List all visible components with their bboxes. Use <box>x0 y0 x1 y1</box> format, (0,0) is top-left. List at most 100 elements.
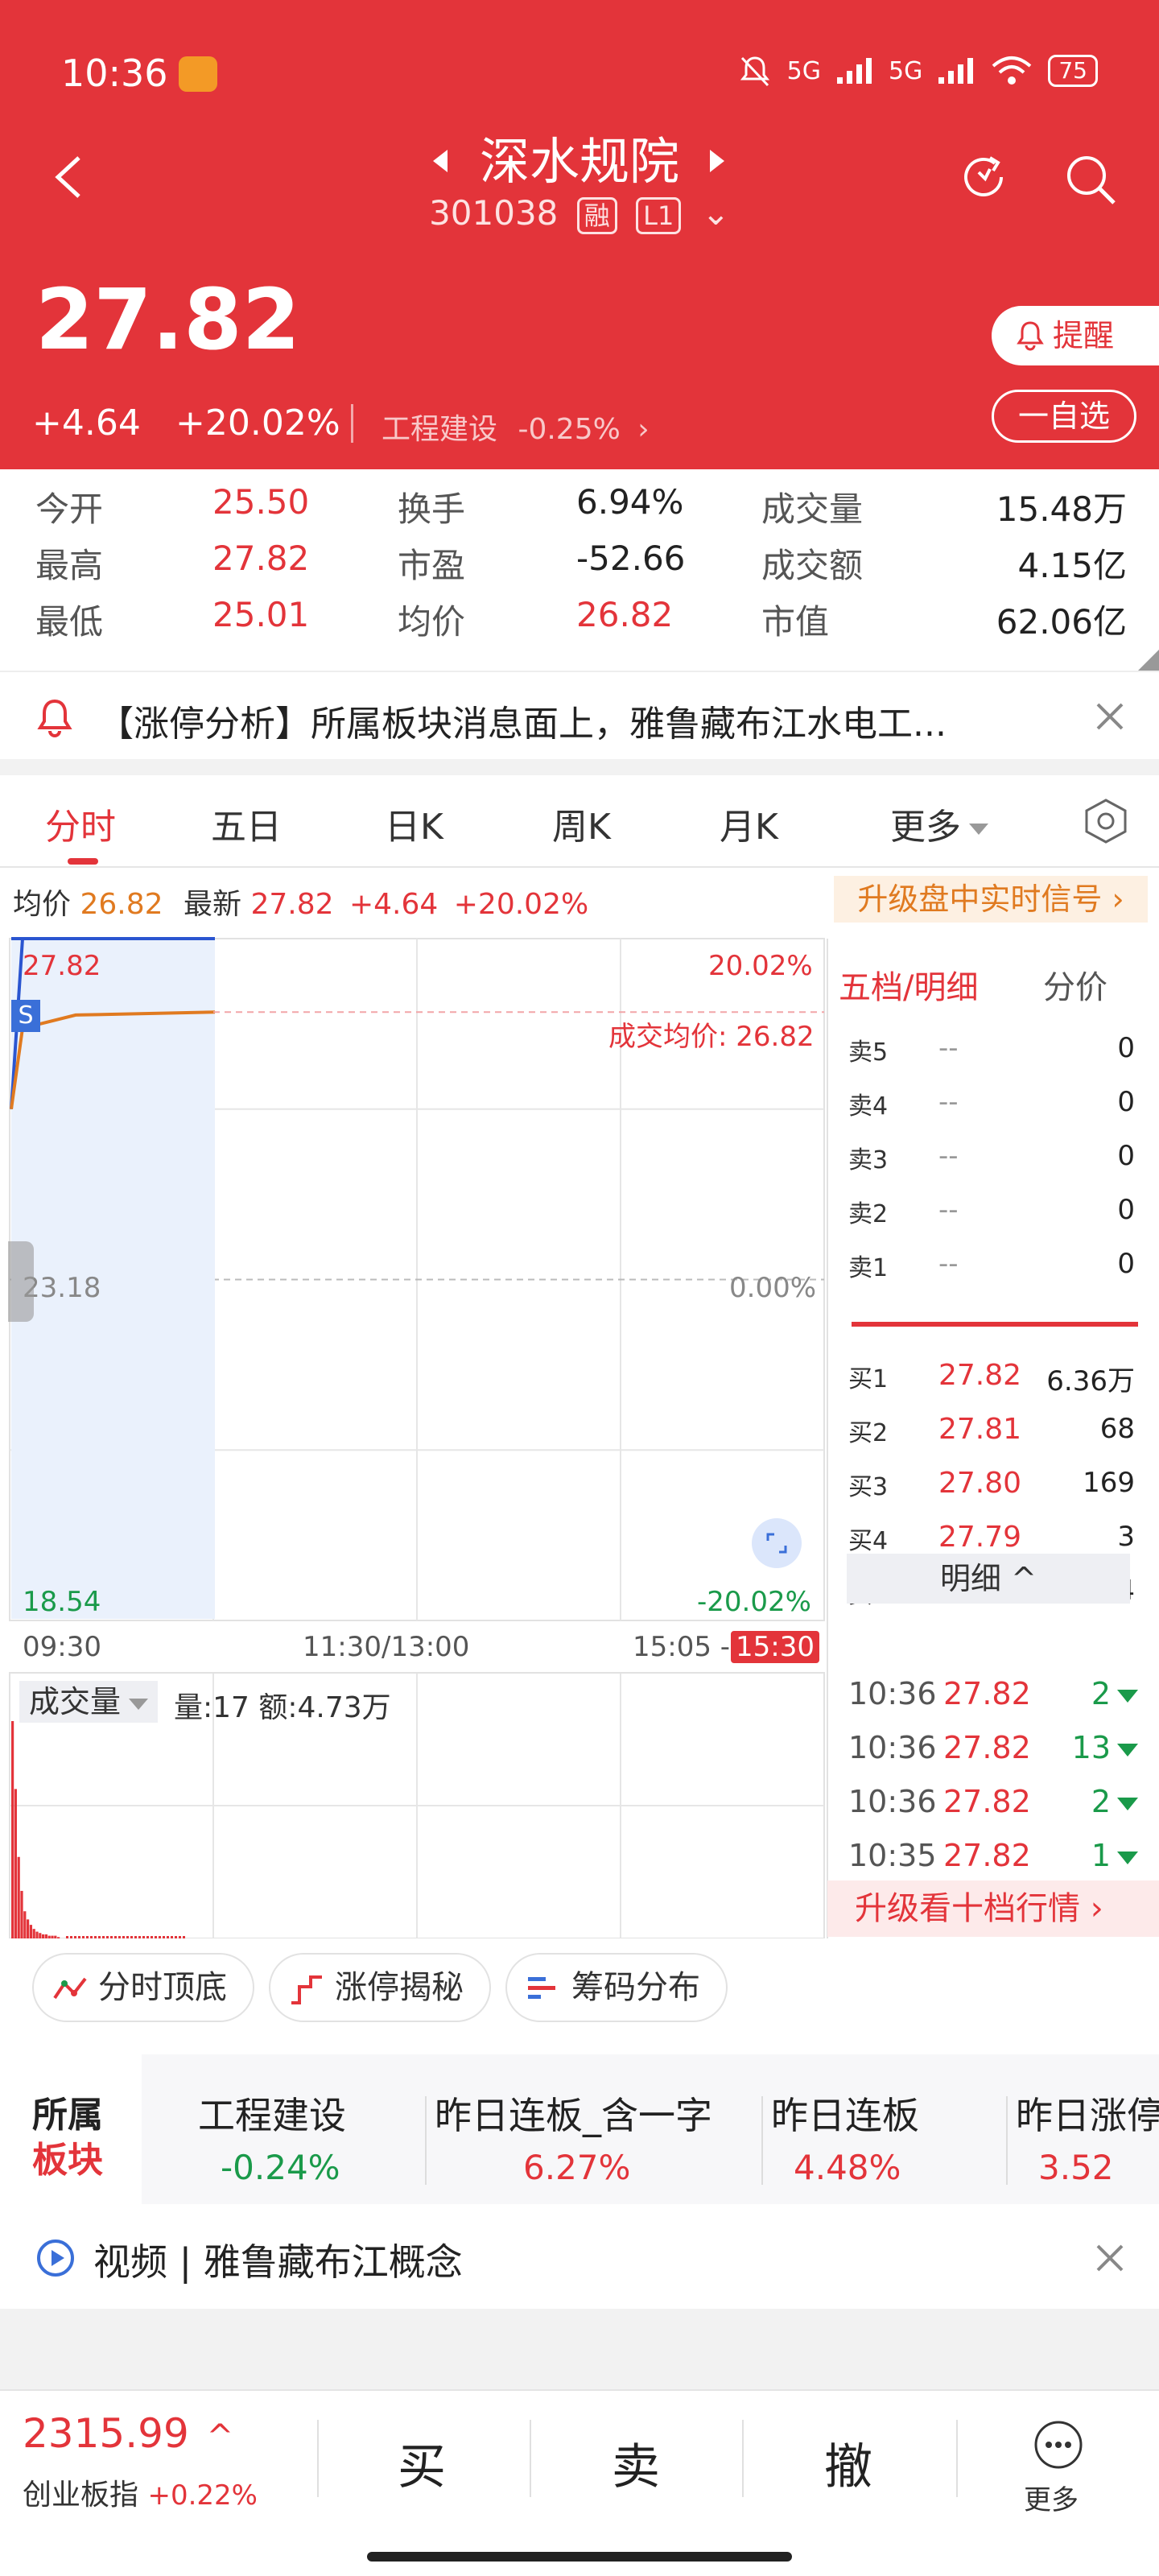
pct-label-top: 20.02% <box>708 950 813 982</box>
divider <box>317 2420 319 2497</box>
limit-up-reveal-button[interactable]: 涨停揭秘 <box>269 1953 491 2022</box>
refresh-icon[interactable] <box>955 148 1013 206</box>
orderbook-volume: 169 <box>1083 1467 1135 1499</box>
level-tag: L1 <box>636 196 682 234</box>
buy-button[interactable]: 买 <box>398 2428 446 2498</box>
more-label[interactable]: 更多 <box>1024 2478 1079 2517</box>
quote-grid: 今开 25.50 换手 6.94% 成交量 15.48万 最高 27.82 市盈 -52.66 成交… <box>0 469 1159 671</box>
add-watchlist-button[interactable]: 一自选 <box>992 390 1136 443</box>
index-value: 2315.99 <box>23 2410 189 2457</box>
industry-link[interactable]: 工程建设 -0.25% › <box>382 406 650 448</box>
price-change: +4.64 <box>32 402 141 444</box>
chip-distribution-button[interactable]: 筹码分布 <box>505 1953 728 2022</box>
orderbook-price: 27.82 <box>938 1359 1022 1392</box>
tick-price: 27.82 <box>943 1838 1031 1873</box>
next-stock-icon[interactable] <box>710 150 724 172</box>
volume-bar <box>29 1925 32 1938</box>
sector-item[interactable]: 昨日涨停 3.52 <box>1016 2087 1159 2187</box>
sell-signal-marker[interactable]: S <box>11 1000 40 1032</box>
tab-monthly-k[interactable]: 月K <box>720 798 778 849</box>
home-indicator <box>367 2552 792 2562</box>
orderbook-level: 卖3 <box>848 1146 889 1174</box>
x-label-mid: 11:30/13:00 <box>303 1631 470 1663</box>
side-drawer-handle[interactable] <box>8 1241 34 1322</box>
expand-corner-icon[interactable] <box>1138 650 1159 671</box>
notice-text: 【涨停分析】所属板块消息面上，雅鲁藏布江水电工... <box>98 704 947 745</box>
tab-five-day[interactable]: 五日 <box>211 798 282 849</box>
battery-indicator: 75 <box>1048 55 1098 87</box>
orderbook-price: -- <box>938 1248 959 1280</box>
tick-volume-value: 2 <box>1091 1676 1111 1711</box>
upgrade-level10-button[interactable]: 升级看十档行情 › <box>827 1880 1159 1937</box>
tick-volume-value: 2 <box>1091 1784 1111 1819</box>
limit-up-notice[interactable]: 【涨停分析】所属板块消息面上，雅鲁藏布江水电工... <box>0 671 1159 759</box>
sell-button[interactable]: 卖 <box>612 2428 660 2498</box>
current-price: 27.82 <box>35 270 300 369</box>
y-label-mid: 23.18 <box>23 1272 101 1304</box>
orderbook-price: -- <box>938 1140 959 1172</box>
video-title: 视频 | 雅鲁藏布江概念 <box>93 2240 463 2284</box>
chevron-down-icon: ⌄ <box>701 193 730 233</box>
tick-time: 10:35 <box>848 1838 937 1873</box>
down-triangle-icon <box>1117 1851 1138 1864</box>
intraday-top-bottom-button[interactable]: 分时顶底 <box>32 1953 254 2022</box>
app-root: 10:36 5G 5G 75 深水规院 301038 融 L1 ⌄ 27.82 … <box>0 0 1159 2576</box>
orderbook-level: 卖2 <box>848 1200 889 1228</box>
margin-tag: 融 <box>576 196 617 234</box>
stock-header: 10:36 5G 5G 75 深水规院 301038 融 L1 ⌄ 27.82 … <box>0 0 1159 469</box>
orderbook-price: -- <box>938 1194 959 1226</box>
search-icon[interactable] <box>1061 150 1119 208</box>
volume-info: 量:17 额:4.73万 <box>174 1691 391 1724</box>
orderbook-tab[interactable]: 五档/明细 <box>839 961 978 1008</box>
index-widget[interactable]: 2315.99 ^ <box>23 2410 233 2457</box>
tick-volume: 1 <box>1091 1838 1138 1873</box>
quote-label: 市盈 <box>398 546 466 585</box>
x-label-end-text: 15:05 - <box>633 1631 731 1663</box>
avg-price-note: 成交均价: 26.82 <box>608 1021 815 1053</box>
tab-weekly-k[interactable]: 周K <box>552 798 611 849</box>
close-icon[interactable] <box>1093 2241 1127 2275</box>
quote-value: -52.66 <box>576 539 686 578</box>
quote-label: 市值 <box>761 602 830 642</box>
orderbook-level: 卖5 <box>848 1038 889 1067</box>
tab-intraday[interactable]: 分时 <box>45 798 116 849</box>
tab-more[interactable]: 更多 <box>890 798 988 849</box>
sector-pct: 3.52 <box>1038 2148 1114 2187</box>
y-label-top: 27.82 <box>23 950 101 982</box>
quote-label: 最低 <box>35 602 104 642</box>
volume-bar <box>11 1721 14 1938</box>
signal-5g-1: 5G <box>786 56 822 85</box>
detail-toggle[interactable]: 明细 ^ <box>847 1554 1130 1604</box>
tick-time: 10:36 <box>848 1730 937 1765</box>
orderbook-volume: 0 <box>1117 1194 1135 1226</box>
quote-label: 换手 <box>398 489 466 529</box>
close-icon[interactable] <box>1093 700 1127 733</box>
remind-button[interactable]: 提醒 <box>992 306 1159 365</box>
orderbook-volume: 0 <box>1117 1248 1135 1280</box>
fullscreen-button[interactable] <box>752 1518 802 1568</box>
sector-pct: 6.27% <box>523 2148 631 2187</box>
sector-item[interactable]: 工程建设 -0.24% <box>198 2087 399 2187</box>
more-dots-icon[interactable] <box>1032 2418 1085 2471</box>
bell-icon <box>1017 321 1044 351</box>
settings-hexagon-icon[interactable] <box>1083 797 1128 845</box>
sector-name: 昨日涨停 <box>1016 2094 1159 2137</box>
sector-item[interactable]: 昨日连板_含一字 6.27% <box>435 2087 716 2187</box>
pct-label-mid: 0.00% <box>729 1272 817 1304</box>
status-icons: 5G 5G 75 <box>737 53 1098 89</box>
orderbook-volume: 3 <box>1117 1521 1135 1553</box>
volume-selector[interactable]: 成交量 <box>19 1681 159 1723</box>
volume-bar <box>35 1931 39 1938</box>
tick-volume: 2 <box>1091 1784 1138 1819</box>
video-banner[interactable]: 视频 | 雅鲁藏布江概念 <box>0 2204 1159 2309</box>
divider <box>956 2420 958 2497</box>
cancel-order-button[interactable]: 撤 <box>824 2428 872 2498</box>
sector-item[interactable]: 昨日连板 4.48% <box>771 2087 972 2187</box>
expand-icon <box>766 1533 787 1554</box>
tools-row: 分时顶底 涨停揭秘 筹码分布 <box>0 1938 1159 2035</box>
tab-daily-k[interactable]: 日K <box>385 798 443 849</box>
divider <box>351 404 353 443</box>
orderbook-price: -- <box>938 1032 959 1064</box>
industry-name: 工程建设 <box>382 413 498 446</box>
price-distribution-tab[interactable]: 分价 <box>1043 961 1107 1008</box>
